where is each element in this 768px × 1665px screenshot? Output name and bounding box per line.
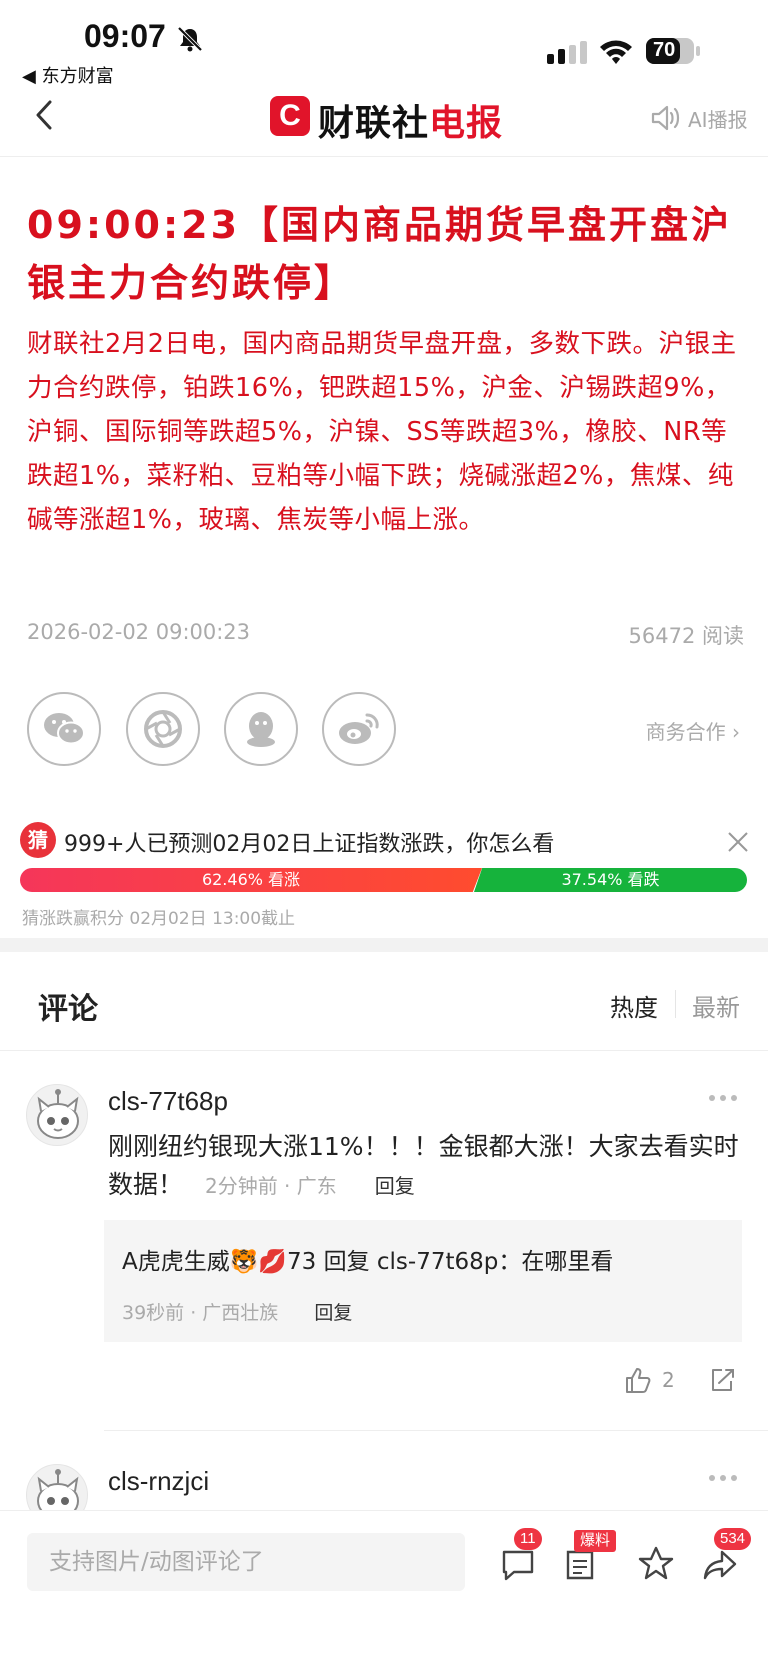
qq-icon: [247, 712, 275, 747]
news-tip-badge: 爆料: [574, 1530, 617, 1552]
weibo-icon: [339, 713, 379, 744]
divider: [0, 1050, 768, 1051]
poll-down-bar[interactable]: 37.54% 看跌: [474, 868, 747, 892]
business-cooperation-link[interactable]: 商务合作 ›: [646, 716, 740, 745]
battery-indicator: 70: [645, 36, 701, 66]
article-headline: 09:00:23【国内商品期货早盘开盘沪银主力合约跌停】: [27, 203, 733, 305]
sort-new-tab[interactable]: 最新: [692, 988, 740, 1023]
comment-body: 刚刚纽约银现大涨11%！！！金银都大涨！大家去看实时数据！: [108, 1132, 739, 1199]
comment-meta: 2分钟前 · 广东: [204, 1174, 337, 1198]
divider: [104, 1430, 768, 1431]
cellular-signal-icon: [547, 41, 587, 64]
logo-text-red: 电报: [429, 103, 504, 144]
cls-telegraph-title: 财联社电报: [318, 94, 503, 146]
comment-username[interactable]: cls-77t68p: [108, 1086, 228, 1117]
sort-hot-tab[interactable]: 热度: [610, 988, 658, 1023]
reply-button[interactable]: 回复: [314, 1302, 352, 1324]
news-tip-icon[interactable]: [562, 1548, 598, 1582]
share-icon[interactable]: [702, 1548, 738, 1582]
article-body: 财联社2月2日电，国内商品期货早盘开盘，多数下跌。沪银主力合约跌停，铂跌16%，…: [27, 329, 737, 535]
share-qq-button[interactable]: [224, 692, 298, 766]
star-icon[interactable]: [638, 1546, 674, 1580]
article-date: 2026-02-02 09:00:23: [27, 620, 251, 644]
close-icon[interactable]: [726, 830, 750, 854]
moments-icon: [144, 710, 182, 748]
comment-icon[interactable]: [500, 1548, 536, 1582]
speaker-icon[interactable]: [650, 104, 680, 132]
more-options-icon[interactable]: [708, 1474, 738, 1482]
cls-logo: C: [270, 96, 310, 136]
poll-footer: 猜涨跌赢积分 02月02日 13:00截止: [22, 909, 296, 929]
comments-title: 评论: [38, 992, 98, 1027]
ai-broadcast-button[interactable]: AI播报: [688, 104, 748, 133]
share-count-badge: 534: [714, 1528, 752, 1550]
divider: [0, 156, 768, 157]
reply-button[interactable]: 回复: [375, 1174, 415, 1198]
back-arrow-icon[interactable]: [32, 98, 58, 132]
like-count: 2: [662, 1368, 675, 1392]
section-separator: [0, 938, 768, 952]
bell-muted-icon: [177, 26, 203, 52]
reply-meta: 39秒前 · 广西壮族: [122, 1302, 279, 1324]
avatar[interactable]: [26, 1084, 88, 1146]
comment-count-badge: 11: [514, 1528, 542, 1550]
share-weibo-button[interactable]: [322, 692, 396, 766]
logo-text-black: 财联社: [318, 103, 430, 144]
article-read-count: 56472 阅读: [628, 624, 744, 648]
share-moments-button[interactable]: [126, 692, 200, 766]
back-to-app-link[interactable]: ◀ 东方财富: [22, 62, 114, 88]
share-icon[interactable]: [708, 1366, 736, 1394]
reply-meta-row: 39秒前 · 广西壮族 回复: [122, 1298, 352, 1325]
poll-up-bar[interactable]: 62.46% 看涨: [20, 868, 482, 892]
status-time: 09:07: [84, 18, 166, 54]
poll-question: 999+人已预测02月02日上证指数涨跌，你怎么看: [64, 832, 555, 857]
thumbs-up-icon[interactable]: [624, 1366, 652, 1394]
wifi-icon: [600, 40, 632, 64]
share-wechat-button[interactable]: [27, 692, 101, 766]
comment-text: 刚刚纽约银现大涨11%！！！金银都大涨！大家去看实时数据！ 2分钟前 · 广东 …: [108, 1128, 748, 1205]
comment-input[interactable]: 支持图片/动图评论了: [27, 1533, 465, 1591]
battery-level: 70: [653, 39, 676, 61]
guess-badge: 猜: [20, 822, 56, 858]
reply-text: A虎虎生威🐯💋73 回复 cls-77t68p：在哪里看: [122, 1249, 614, 1275]
wechat-icon: [44, 713, 85, 745]
divider: [675, 990, 676, 1018]
more-options-icon[interactable]: [708, 1094, 738, 1102]
comment-username[interactable]: cls-rnzjci: [108, 1466, 209, 1497]
